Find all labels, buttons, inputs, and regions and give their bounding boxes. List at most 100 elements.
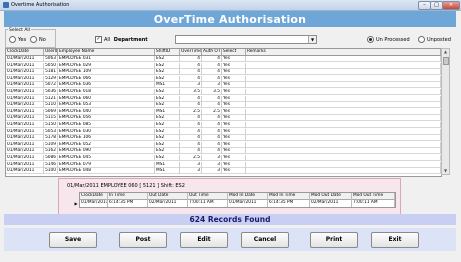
unposted-radio[interactable]: [418, 36, 425, 43]
table-row[interactable]: 01/Mar/2011 5109 EMPLOYEE 052 ES2 4 4 Yes: [6, 141, 441, 148]
column-header[interactable]: Remarks: [246, 49, 441, 55]
table-cell[interactable]: Yes: [222, 141, 246, 148]
table-cell[interactable]: Yes: [222, 69, 246, 76]
table-cell: 4: [180, 148, 202, 155]
table-cell: ES2: [155, 89, 180, 95]
table-cell: 3.5: [180, 89, 202, 95]
table-cell: 01/Mar/2011: [6, 75, 44, 82]
department-label: Department: [113, 36, 148, 43]
table-cell: 01/Mar/2011: [6, 56, 44, 62]
table-cell[interactable]: Yes: [222, 122, 246, 128]
column-header[interactable]: Employee Name: [58, 49, 155, 55]
table-cell[interactable]: Yes: [222, 148, 246, 155]
detail-panel: 01/Mar/2011 EMPLOYEE 060 [ 5121 ] Shift:…: [58, 178, 401, 216]
column-header[interactable]: ShiftID: [155, 49, 180, 55]
detail-column-header: In Time: [108, 193, 148, 200]
table-row[interactable]: 01/Mar/2011 5178 EMPLOYEE 106 ES2 4 4 Yes: [6, 135, 441, 142]
table-cell: 3: [202, 82, 222, 89]
table-row[interactable]: 01/Mar/2011 5162 EMPLOYEE 090 ES2 4 4 Yes: [6, 148, 441, 155]
no-radio-option[interactable]: No: [30, 36, 46, 43]
close-button[interactable]: ✕: [442, 1, 460, 10]
table-row[interactable]: 01/Mar/2011 5050 EMPLOYEE 029 ES2 4 4 Yes: [6, 62, 441, 69]
all-department-checkbox[interactable]: ✓: [95, 36, 102, 43]
table-cell[interactable]: Yes: [222, 102, 246, 109]
detail-grid[interactable]: ▶ ClockDate In Time Out Date Out Time Mod In…: [74, 192, 396, 208]
table-row[interactable]: 01/Mar/2011 5063 EMPLOYEE 031 ES2 4 4 Yes: [6, 56, 441, 62]
table-row[interactable]: 01/Mar/2011 5181 EMPLOYEE 109 ES2 4 4 Yes: [6, 69, 441, 76]
table-row[interactable]: 01/Mar/2011 5150 EMPLOYEE 085 ES2 4 4 Yes: [6, 122, 441, 128]
yes-radio[interactable]: [9, 36, 16, 43]
table-cell: 01/Mar/2011: [6, 89, 44, 95]
grid-scrollbar[interactable]: ▲ ▼: [441, 48, 450, 175]
table-cell[interactable]: Yes: [222, 161, 246, 168]
table-row[interactable]: 01/Mar/2011 5129 EMPLOYEE 066 ES2 4 4 Yes: [6, 75, 441, 82]
table-cell: 01/Mar/2011: [6, 148, 44, 155]
unprocessed-radio[interactable]: [367, 36, 374, 43]
table-cell: 01/Mar/2011: [6, 62, 44, 69]
department-dropdown[interactable]: ▼: [175, 35, 317, 44]
print-button[interactable]: Print: [310, 232, 358, 248]
column-header[interactable]: ClockDate: [6, 49, 44, 55]
table-row[interactable]: 01/Mar/2011 5069 EMPLOYEE 040 MS1 2.5 2.5 Yes: [6, 108, 441, 115]
table-cell[interactable]: Yes: [222, 95, 246, 102]
table-cell[interactable]: Yes: [222, 75, 246, 82]
detail-cell: 02/Mar/2011: [310, 200, 352, 207]
table-cell: [246, 115, 441, 122]
detail-cell: 7:00:11 AM: [188, 200, 228, 207]
table-cell[interactable]: Yes: [222, 62, 246, 69]
table-cell[interactable]: Yes: [222, 108, 246, 115]
table-cell: 4: [202, 135, 222, 142]
table-cell: EMPLOYEE 040: [58, 108, 155, 115]
table-cell: 5146: [45, 161, 58, 168]
scroll-up-icon[interactable]: ▲: [442, 49, 449, 55]
exit-button[interactable]: Exit: [371, 232, 419, 248]
table-cell[interactable]: Yes: [222, 128, 246, 135]
table-cell: 4: [180, 135, 202, 142]
table-row[interactable]: 01/Mar/2011 5100 EMPLOYEE 048 MS1 3 3 Yes: [6, 168, 441, 175]
unprocessed-option[interactable]: Un Processed: [367, 36, 410, 43]
column-header[interactable]: Auth OT: [202, 49, 222, 55]
column-header[interactable]: OverTime: [180, 49, 202, 55]
table-cell: EMPLOYEE 029: [58, 62, 155, 69]
column-header[interactable]: Select: [222, 49, 246, 55]
table-row[interactable]: 01/Mar/2011 5110 EMPLOYEE 053 ES2 4 4 Yes: [6, 102, 441, 109]
overtime-grid[interactable]: ClockDate UserID Employee Name ShiftID OverT…: [5, 48, 442, 177]
table-cell[interactable]: Yes: [222, 155, 246, 161]
detail-cell: 01/Mar/2011: [81, 200, 108, 207]
table-cell[interactable]: Yes: [222, 135, 246, 142]
table-row[interactable]: 01/Mar/2011 5036 EMPLOYEE 018 ES2 3.5 3.5 Yes: [6, 89, 441, 95]
table-row[interactable]: 01/Mar/2011 5053 EMPLOYEE 030 ES2 4 4 Yes: [6, 128, 441, 135]
table-cell: 4: [202, 95, 222, 102]
column-header[interactable]: UserID: [44, 49, 58, 55]
scroll-down-icon[interactable]: ▼: [442, 168, 449, 174]
table-cell[interactable]: Yes: [222, 115, 246, 122]
yes-radio-option[interactable]: Yes: [9, 36, 26, 43]
edit-button[interactable]: Edit: [180, 232, 228, 248]
table-cell[interactable]: Yes: [222, 56, 246, 62]
table-cell: MS1: [155, 168, 180, 175]
post-button[interactable]: Post: [119, 232, 167, 248]
table-cell: ES2: [155, 62, 180, 69]
table-cell[interactable]: Yes: [222, 82, 246, 89]
no-label: No: [39, 36, 46, 43]
all-department-option[interactable]: ✓ All Department: [95, 36, 148, 43]
chevron-down-icon[interactable]: ▼: [308, 36, 316, 43]
table-cell[interactable]: Yes: [222, 89, 246, 95]
table-row[interactable]: 01/Mar/2011 5072 EMPLOYEE 036 MS1 3 3 Yes: [6, 82, 441, 89]
scrollbar-thumb[interactable]: [443, 57, 449, 65]
table-cell[interactable]: Yes: [222, 168, 246, 175]
no-radio[interactable]: [30, 36, 37, 43]
save-button[interactable]: Save: [49, 232, 97, 248]
table-cell: 3: [202, 155, 222, 161]
table-cell: 01/Mar/2011: [6, 115, 44, 122]
table-row[interactable]: 01/Mar/2011 5121 EMPLOYEE 060 ES2 4 4 Yes: [6, 95, 441, 102]
table-row[interactable]: 01/Mar/2011 5146 EMPLOYEE 079 MS1 3 3 Yes: [6, 161, 441, 168]
row-selector-icon: ▶: [74, 201, 78, 206]
unposted-option[interactable]: Unposted: [418, 36, 451, 43]
detail-grid-row[interactable]: 01/Mar/2011 6:14:35 PM 02/Mar/2011 7:00:11 …: [80, 200, 395, 207]
table-cell: 4: [180, 115, 202, 122]
table-row[interactable]: 01/Mar/2011 5086 EMPLOYEE 045 ES2 2.5 3 Yes: [6, 155, 441, 161]
table-row[interactable]: 01/Mar/2011 5115 EMPLOYEE 056 ES2 4 4 Yes: [6, 115, 441, 122]
cancel-button[interactable]: Cancel: [241, 232, 289, 248]
table-cell: 3: [202, 168, 222, 175]
